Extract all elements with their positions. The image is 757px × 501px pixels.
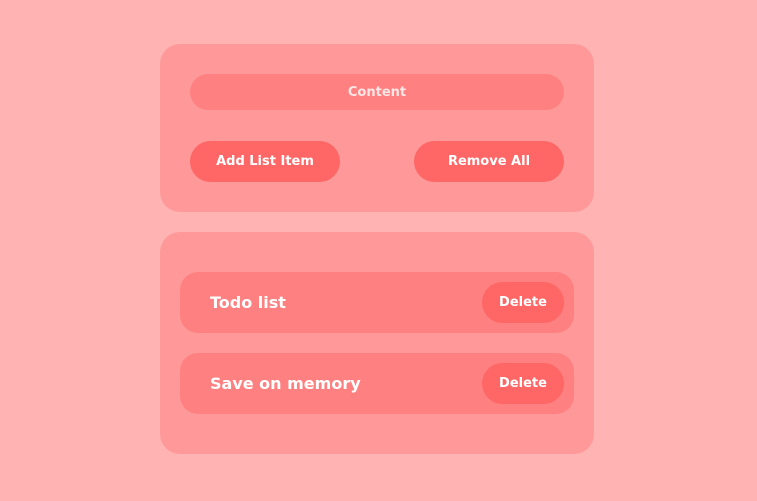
content-input[interactable] <box>190 74 564 110</box>
list-item-label: Save on memory <box>210 374 361 393</box>
remove-all-button[interactable]: Remove All <box>414 141 564 182</box>
list-item: Todo list Delete <box>180 272 574 333</box>
list-item: Save on memory Delete <box>180 353 574 414</box>
delete-button[interactable]: Delete <box>482 363 564 404</box>
list-panel: Todo list Delete Save on memory Delete <box>160 232 594 454</box>
add-list-item-button[interactable]: Add List Item <box>190 141 340 182</box>
delete-button[interactable]: Delete <box>482 282 564 323</box>
input-panel: Add List Item Remove All <box>160 44 594 212</box>
list-item-label: Todo list <box>210 293 286 312</box>
